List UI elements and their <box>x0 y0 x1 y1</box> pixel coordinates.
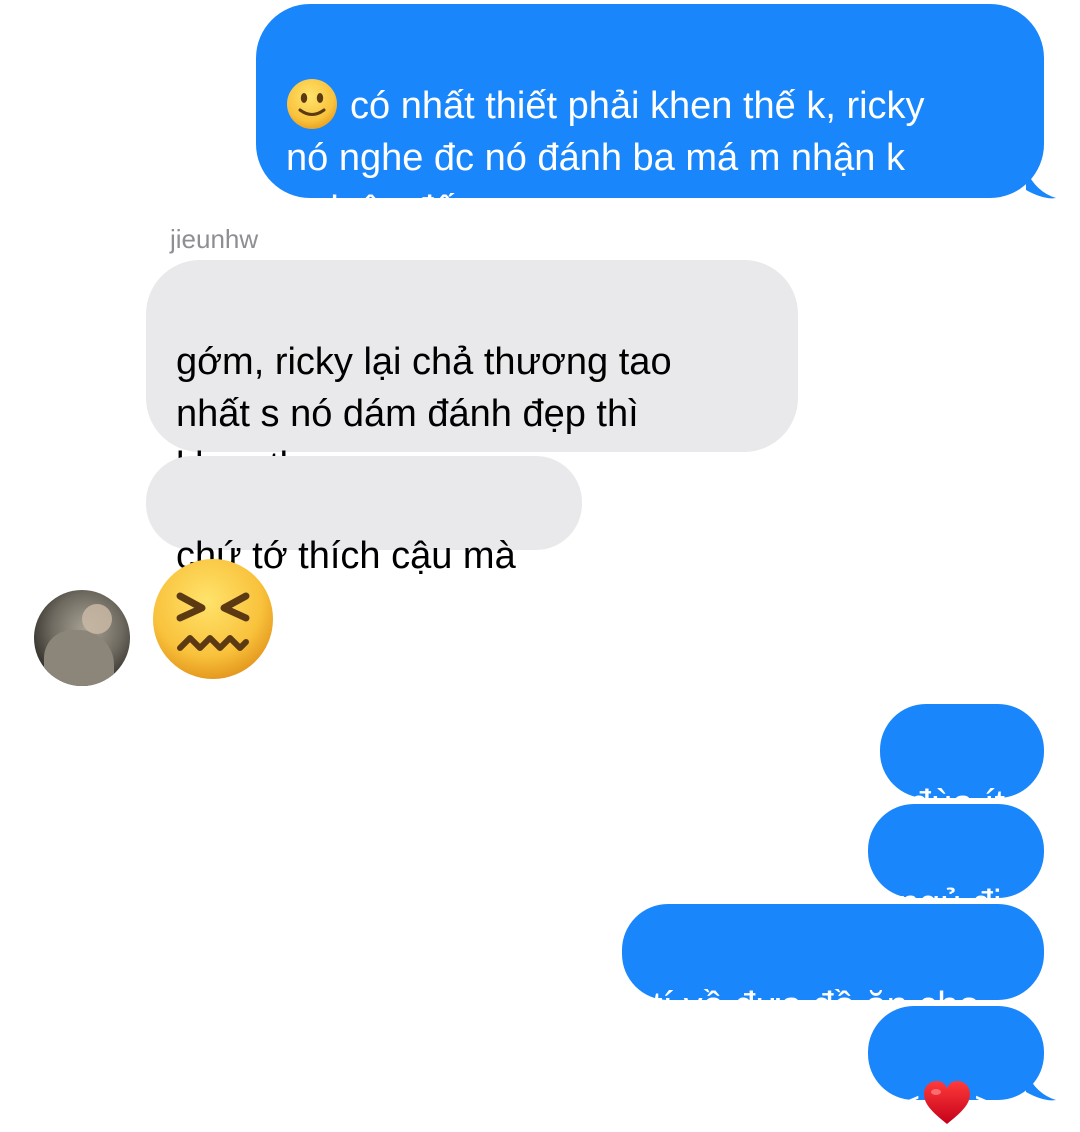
message-bubble-outgoing[interactable]: ngủ đi <box>868 804 1044 925</box>
message-text: có nhất thiết phải khen thế k, ricky nó … <box>286 85 925 231</box>
message-bubble-incoming[interactable]: gớm, ricky lại chả thương tao nhất s nó … <box>146 260 798 487</box>
avatar[interactable] <box>34 590 130 686</box>
message-bubble-incoming[interactable]: chứ tớ thích cậu mà <box>146 456 582 577</box>
sender-name: jieunhw <box>170 224 259 254</box>
bubble-tail <box>1026 1072 1056 1101</box>
message-bubble-outgoing[interactable]: đùa ít <box>880 704 1044 825</box>
red-heart-icon <box>924 1081 971 1124</box>
message-bubble-outgoing[interactable]: tí về đưa đồ ăn cho <box>622 904 1044 1027</box>
avatar-photo <box>44 630 114 686</box>
message-text-prefix: < <box>898 1085 921 1127</box>
bubble-tail <box>1026 170 1056 199</box>
slightly-smiling-face-icon <box>287 79 337 129</box>
confounded-face-icon[interactable] <box>150 556 276 682</box>
message-bubble-outgoing[interactable]: < > <box>868 1006 1044 1127</box>
message-bubble-outgoing[interactable]: có nhất thiết phải khen thế k, ricky nó … <box>256 4 1044 231</box>
message-text-suffix: > <box>974 1085 997 1127</box>
